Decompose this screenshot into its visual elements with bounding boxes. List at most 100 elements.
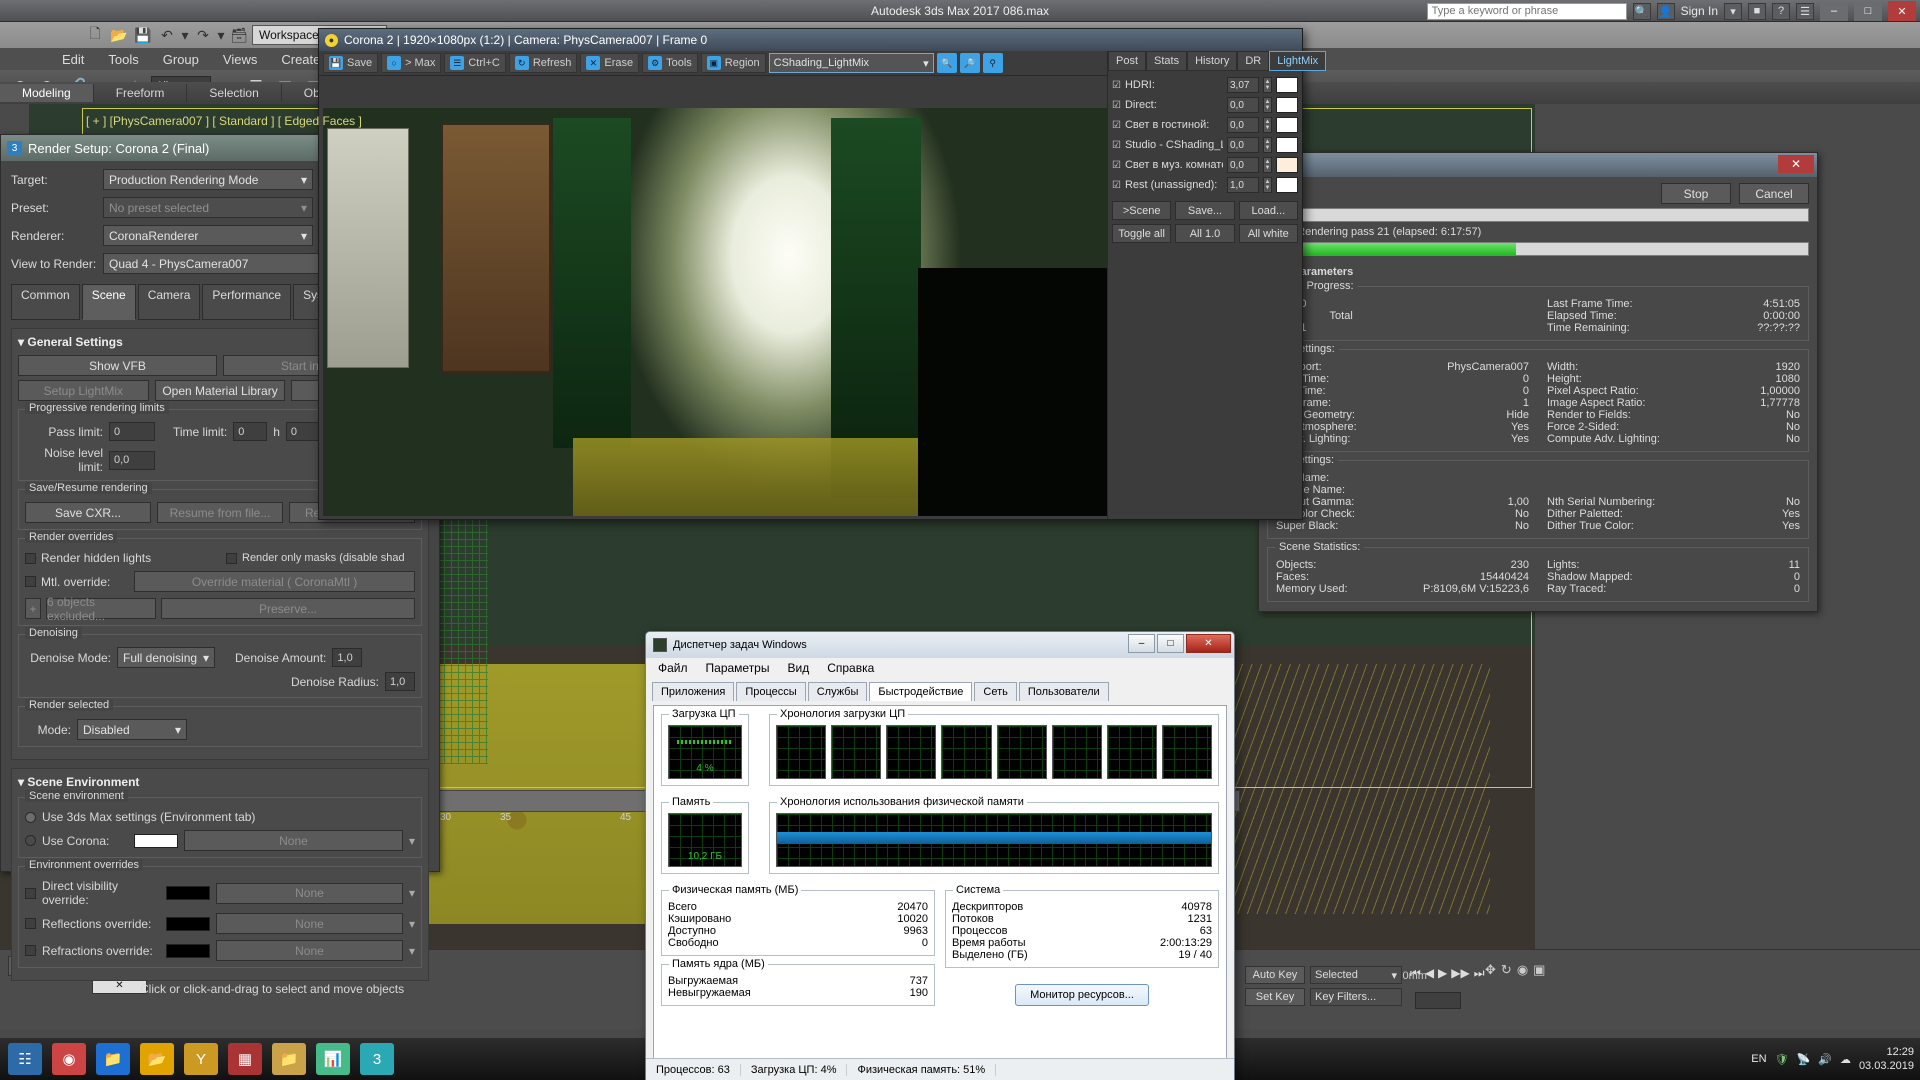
chevron-down-icon[interactable]: ▾ (301, 173, 307, 187)
show-vfb-button[interactable]: Show VFB (18, 355, 217, 376)
go-to-start-icon[interactable]: ⏮ (1410, 966, 1421, 981)
viewport-label[interactable]: [ + ] [PhysCamera007 ] [ Standard ] [ Ed… (86, 114, 362, 128)
chevron-down-icon[interactable]: ▾ (1391, 969, 1397, 982)
tab-camera[interactable]: Camera (137, 284, 201, 320)
lightmix-color-studio[interactable] (1276, 137, 1298, 153)
vfb-refresh-button[interactable]: ↻ Refresh (508, 53, 578, 73)
minimize-button[interactable]: – (1820, 1, 1848, 21)
lightmix-all-one-button[interactable]: All 1.0 (1175, 224, 1235, 243)
lightmix-load-button[interactable]: Load... (1238, 201, 1298, 220)
chevron-down-icon[interactable]: ▾ (301, 201, 307, 215)
taskbar-taskmgr-icon[interactable]: 📊 (316, 1043, 350, 1075)
vfb-copy-button[interactable]: ☰ Ctrl+C (444, 53, 506, 73)
spinner-icon[interactable]: ▲ ▼ (1263, 177, 1272, 193)
menu-file[interactable]: Файл (658, 661, 688, 675)
collapse-icon[interactable]: ▾ (18, 335, 24, 349)
next-frame-icon[interactable]: ▶▶ (1451, 966, 1469, 981)
use-max-settings-radio[interactable] (25, 811, 36, 823)
corona-vfb-window[interactable]: ● Corona 2 | 1920×1080px (1:2) | Camera:… (318, 28, 1327, 520)
lightmix-all-white-button[interactable]: All white (1238, 224, 1298, 243)
tab-dr[interactable]: DR (1237, 51, 1270, 71)
menu-icon[interactable]: ☰ (1796, 2, 1814, 20)
taskbar-folder2-icon[interactable]: 📁 (272, 1043, 306, 1075)
lightmix-color-music[interactable] (1276, 157, 1298, 173)
help-icon[interactable]: ? (1772, 2, 1790, 20)
chevron-down-icon[interactable]: ▾ (409, 944, 415, 958)
preserve-button[interactable]: Preserve... (161, 598, 415, 619)
task-manager-minimize-button[interactable]: – (1128, 634, 1155, 653)
vfb-to-max-button[interactable]: ○ > Max (381, 53, 442, 73)
checkbox-checked-icon[interactable]: ☑ (1112, 100, 1121, 111)
menu-item-0[interactable]: Edit (50, 50, 96, 69)
refractions-override-checkbox[interactable] (25, 945, 36, 956)
undo-icon[interactable]: ↶ (156, 24, 178, 46)
render-hidden-lights-checkbox[interactable] (25, 552, 36, 564)
viewport-navigation-controls[interactable]: ✥ ↻ ◉ ▣ (1485, 962, 1545, 978)
denoise-amount-spinner[interactable]: 1,0 (332, 648, 363, 667)
tray-network-icon[interactable]: 📡 (1797, 1053, 1811, 1066)
tab-common[interactable]: Common (11, 284, 80, 320)
tab-applications[interactable]: Приложения (652, 682, 735, 701)
lightmix-toggle-all-button[interactable]: Toggle all (1112, 224, 1172, 243)
auto-key-button[interactable]: Auto Key (1245, 966, 1305, 984)
lightmix-color-rest[interactable] (1276, 177, 1298, 193)
spinner-icon[interactable]: ▲ ▼ (1263, 77, 1272, 93)
vfb-erase-button[interactable]: ✕ Erase (580, 53, 640, 73)
chevron-down-icon[interactable]: ▾ (175, 723, 181, 737)
app-switch-icon[interactable]: ■ (1748, 2, 1766, 20)
menu-item-1[interactable]: Tools (96, 50, 150, 69)
direct-visibility-checkbox[interactable] (25, 887, 36, 899)
play-icon[interactable]: ▶ (1438, 966, 1447, 981)
ribbon-tab-selection[interactable]: Selection (187, 84, 282, 102)
key-filters-button[interactable]: Key Filters... (1310, 988, 1402, 1006)
chevron-down-icon[interactable]: ▾ (923, 57, 929, 70)
scene-environment-title[interactable]: ▾ Scene Environment (18, 775, 422, 789)
tab-services[interactable]: Службы (807, 682, 868, 701)
tab-performance[interactable]: Быстродействие (869, 682, 973, 701)
noise-limit-spinner[interactable]: 0,0 (109, 450, 155, 470)
spinner-icon[interactable]: ▲ ▼ (1263, 137, 1272, 153)
task-manager-maximize-button[interactable]: □ (1157, 634, 1184, 653)
lightmix-value-living[interactable]: 0,0 (1227, 117, 1259, 133)
lightmix-value-hdri[interactable]: 3,07 (1227, 77, 1259, 93)
spinner-icon[interactable]: ▲ ▼ (1263, 117, 1272, 133)
collapse-icon[interactable]: ▾ (18, 775, 24, 789)
rendering-progress-close-button[interactable]: ✕ (1778, 155, 1814, 173)
target-select[interactable]: Production Rendering Mode ▾ (103, 169, 313, 190)
reflections-swatch[interactable] (166, 916, 210, 931)
chevron-down-icon[interactable]: ▾ (203, 651, 209, 665)
taskbar-folder-icon[interactable]: 📂 (140, 1043, 174, 1075)
rendering-progress-dialog[interactable]: ring ✕ ation: Stop Cancel ask: Rendering… (1258, 152, 1818, 612)
redo-icon[interactable]: ↷ (192, 24, 214, 46)
lightmix-value-studio[interactable]: 0,0 (1227, 137, 1259, 153)
project-folder-icon[interactable]: 🗃 (228, 24, 250, 46)
checkbox-checked-icon[interactable]: ☑ (1112, 140, 1121, 151)
mtl-override-checkbox[interactable] (25, 576, 36, 587)
lightmix-value-music[interactable]: 0,0 (1227, 157, 1259, 173)
tab-performance[interactable]: Performance (202, 284, 292, 320)
vfb-save-button[interactable]: 💾 Save (323, 53, 379, 73)
chevron-down-icon[interactable]: ▾ (1724, 2, 1742, 20)
sign-in-label[interactable]: Sign In (1681, 4, 1718, 18)
refractions-swatch[interactable] (166, 943, 210, 958)
override-material-button[interactable]: Override material ( CoronaMtl ) (134, 571, 415, 592)
render-mode-select[interactable]: Disabled ▾ (77, 719, 187, 740)
go-to-end-icon[interactable]: ⏭ (1474, 966, 1485, 981)
tray-volume-icon[interactable]: 🔊 (1818, 1053, 1832, 1066)
close-button[interactable]: ✕ (1888, 1, 1916, 21)
time-limit-minutes[interactable]: 0 (285, 422, 320, 441)
lightmix-value-rest[interactable]: 1,0 (1227, 177, 1259, 193)
corona-env-color-swatch[interactable] (134, 833, 178, 848)
checkbox-checked-icon[interactable]: ☑ (1112, 80, 1121, 91)
tray-shield-icon[interactable]: 🛡 (1775, 1053, 1789, 1066)
ribbon-tab-freeform[interactable]: Freeform (94, 84, 188, 102)
orbit-icon[interactable]: ↻ (1501, 962, 1512, 978)
chevron-down-icon[interactable]: ▾ (409, 834, 415, 848)
setup-lightmix-button[interactable]: Setup LightMix (18, 380, 149, 401)
chevron-down-icon[interactable]: ▾ (301, 229, 307, 243)
open-file-icon[interactable]: 📂 (108, 24, 130, 46)
menu-view[interactable]: Вид (787, 661, 809, 675)
reflections-override-checkbox[interactable] (25, 918, 36, 929)
resume-from-file-button[interactable]: Resume from file... (157, 502, 283, 523)
tray-cloud-icon[interactable]: ☁ (1840, 1053, 1851, 1066)
